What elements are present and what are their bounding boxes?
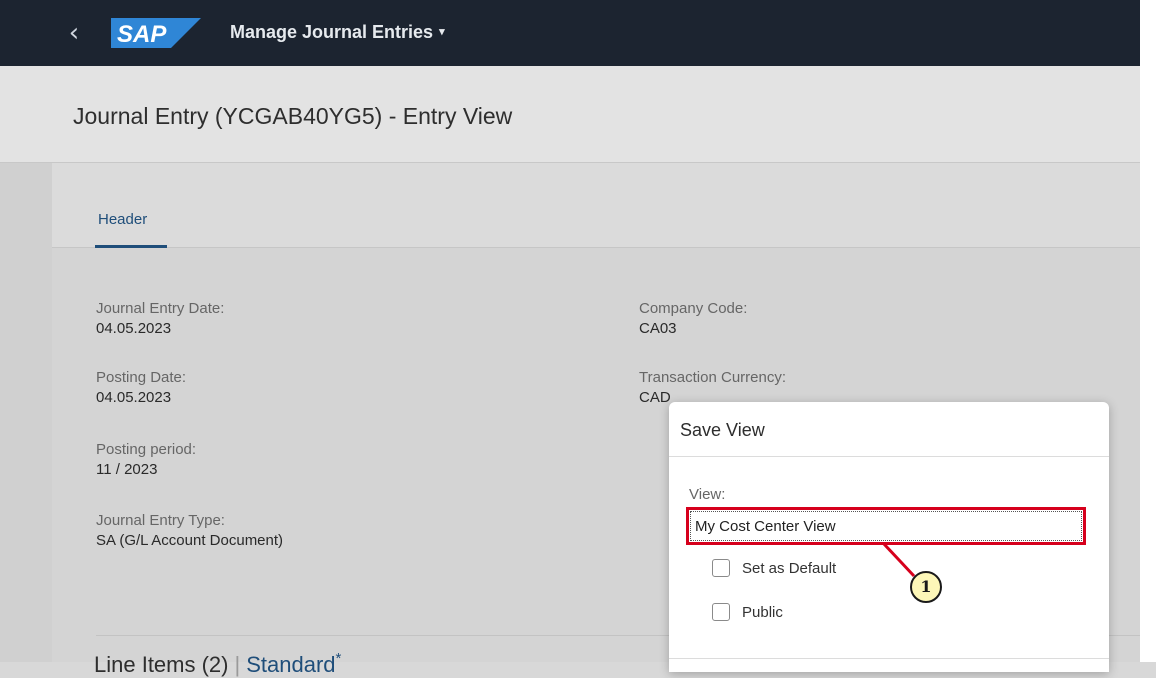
view-name-label: View:	[689, 486, 726, 503]
field-posting-period: Posting period: 11 / 2023	[96, 440, 196, 480]
field-label: Journal Entry Type:	[96, 512, 225, 529]
line-items-heading: Line Items (2) | Standard*	[94, 650, 341, 678]
field-label: Company Code:	[639, 300, 748, 317]
view-name-input[interactable]	[690, 511, 1082, 541]
set-as-default-option[interactable]: Set as Default	[712, 559, 836, 583]
dialog-header: Save View	[669, 402, 1109, 457]
field-company-code: Company Code: CA03	[639, 299, 747, 339]
field-value: 04.05.2023	[96, 320, 172, 337]
dialog-title: Save View	[680, 420, 765, 440]
sap-logo-text: SAP	[117, 21, 167, 48]
variant-name: Standard	[246, 652, 336, 677]
field-journal-entry-date: Journal Entry Date: 04.05.2023	[96, 299, 224, 339]
dropdown-caret-icon: ▾	[439, 26, 445, 38]
field-label: Transaction Currency:	[639, 369, 786, 386]
variant-management[interactable]: Standard*	[246, 650, 342, 677]
field-value: 04.05.2023	[96, 389, 172, 406]
app-title-menu[interactable]: Manage Journal Entries ▾	[230, 22, 445, 43]
set-as-default-label[interactable]: Set as Default	[742, 560, 836, 577]
set-as-default-checkbox[interactable]	[712, 559, 730, 577]
callout-number-badge: 1	[910, 571, 942, 603]
heading-separator: |	[234, 652, 241, 677]
field-value: CA03	[639, 320, 677, 337]
left-margin	[0, 163, 52, 662]
field-value: 11 / 2023	[96, 461, 158, 478]
public-label[interactable]: Public	[742, 604, 783, 621]
dialog-footer-divider	[669, 658, 1109, 659]
variant-modified-marker: *	[335, 650, 342, 667]
scrollbar-track[interactable]	[1140, 0, 1156, 662]
field-label: Journal Entry Date:	[96, 300, 225, 317]
tab-bar: Header	[52, 163, 1140, 248]
app-title-text: Manage Journal Entries	[230, 22, 434, 42]
chevron-left-icon[interactable]: ‹	[62, 18, 86, 48]
field-journal-entry-type: Journal Entry Type: SA (G/L Account Docu…	[96, 511, 283, 551]
sap-logo[interactable]: SAP	[111, 18, 201, 48]
field-label: Posting period:	[96, 441, 197, 458]
save-view-dialog: Save View View: Set as Default Public	[669, 402, 1109, 672]
public-checkbox[interactable]	[712, 603, 730, 621]
line-items-title: Line Items (2)	[94, 652, 229, 677]
object-page-title-area: Journal Entry (YCGAB40YG5) - Entry View	[0, 66, 1140, 163]
field-label: Posting Date:	[96, 369, 187, 386]
public-option[interactable]: Public	[712, 603, 783, 627]
field-value: SA (G/L Account Document)	[96, 532, 284, 549]
tab-selected-indicator	[95, 245, 167, 248]
field-posting-date: Posting Date: 04.05.2023	[96, 368, 186, 408]
tab-header[interactable]: Header	[98, 211, 147, 228]
shell-bar: ‹ SAP Manage Journal Entries ▾	[0, 0, 1140, 66]
page-title: Journal Entry (YCGAB40YG5) - Entry View	[73, 103, 513, 129]
